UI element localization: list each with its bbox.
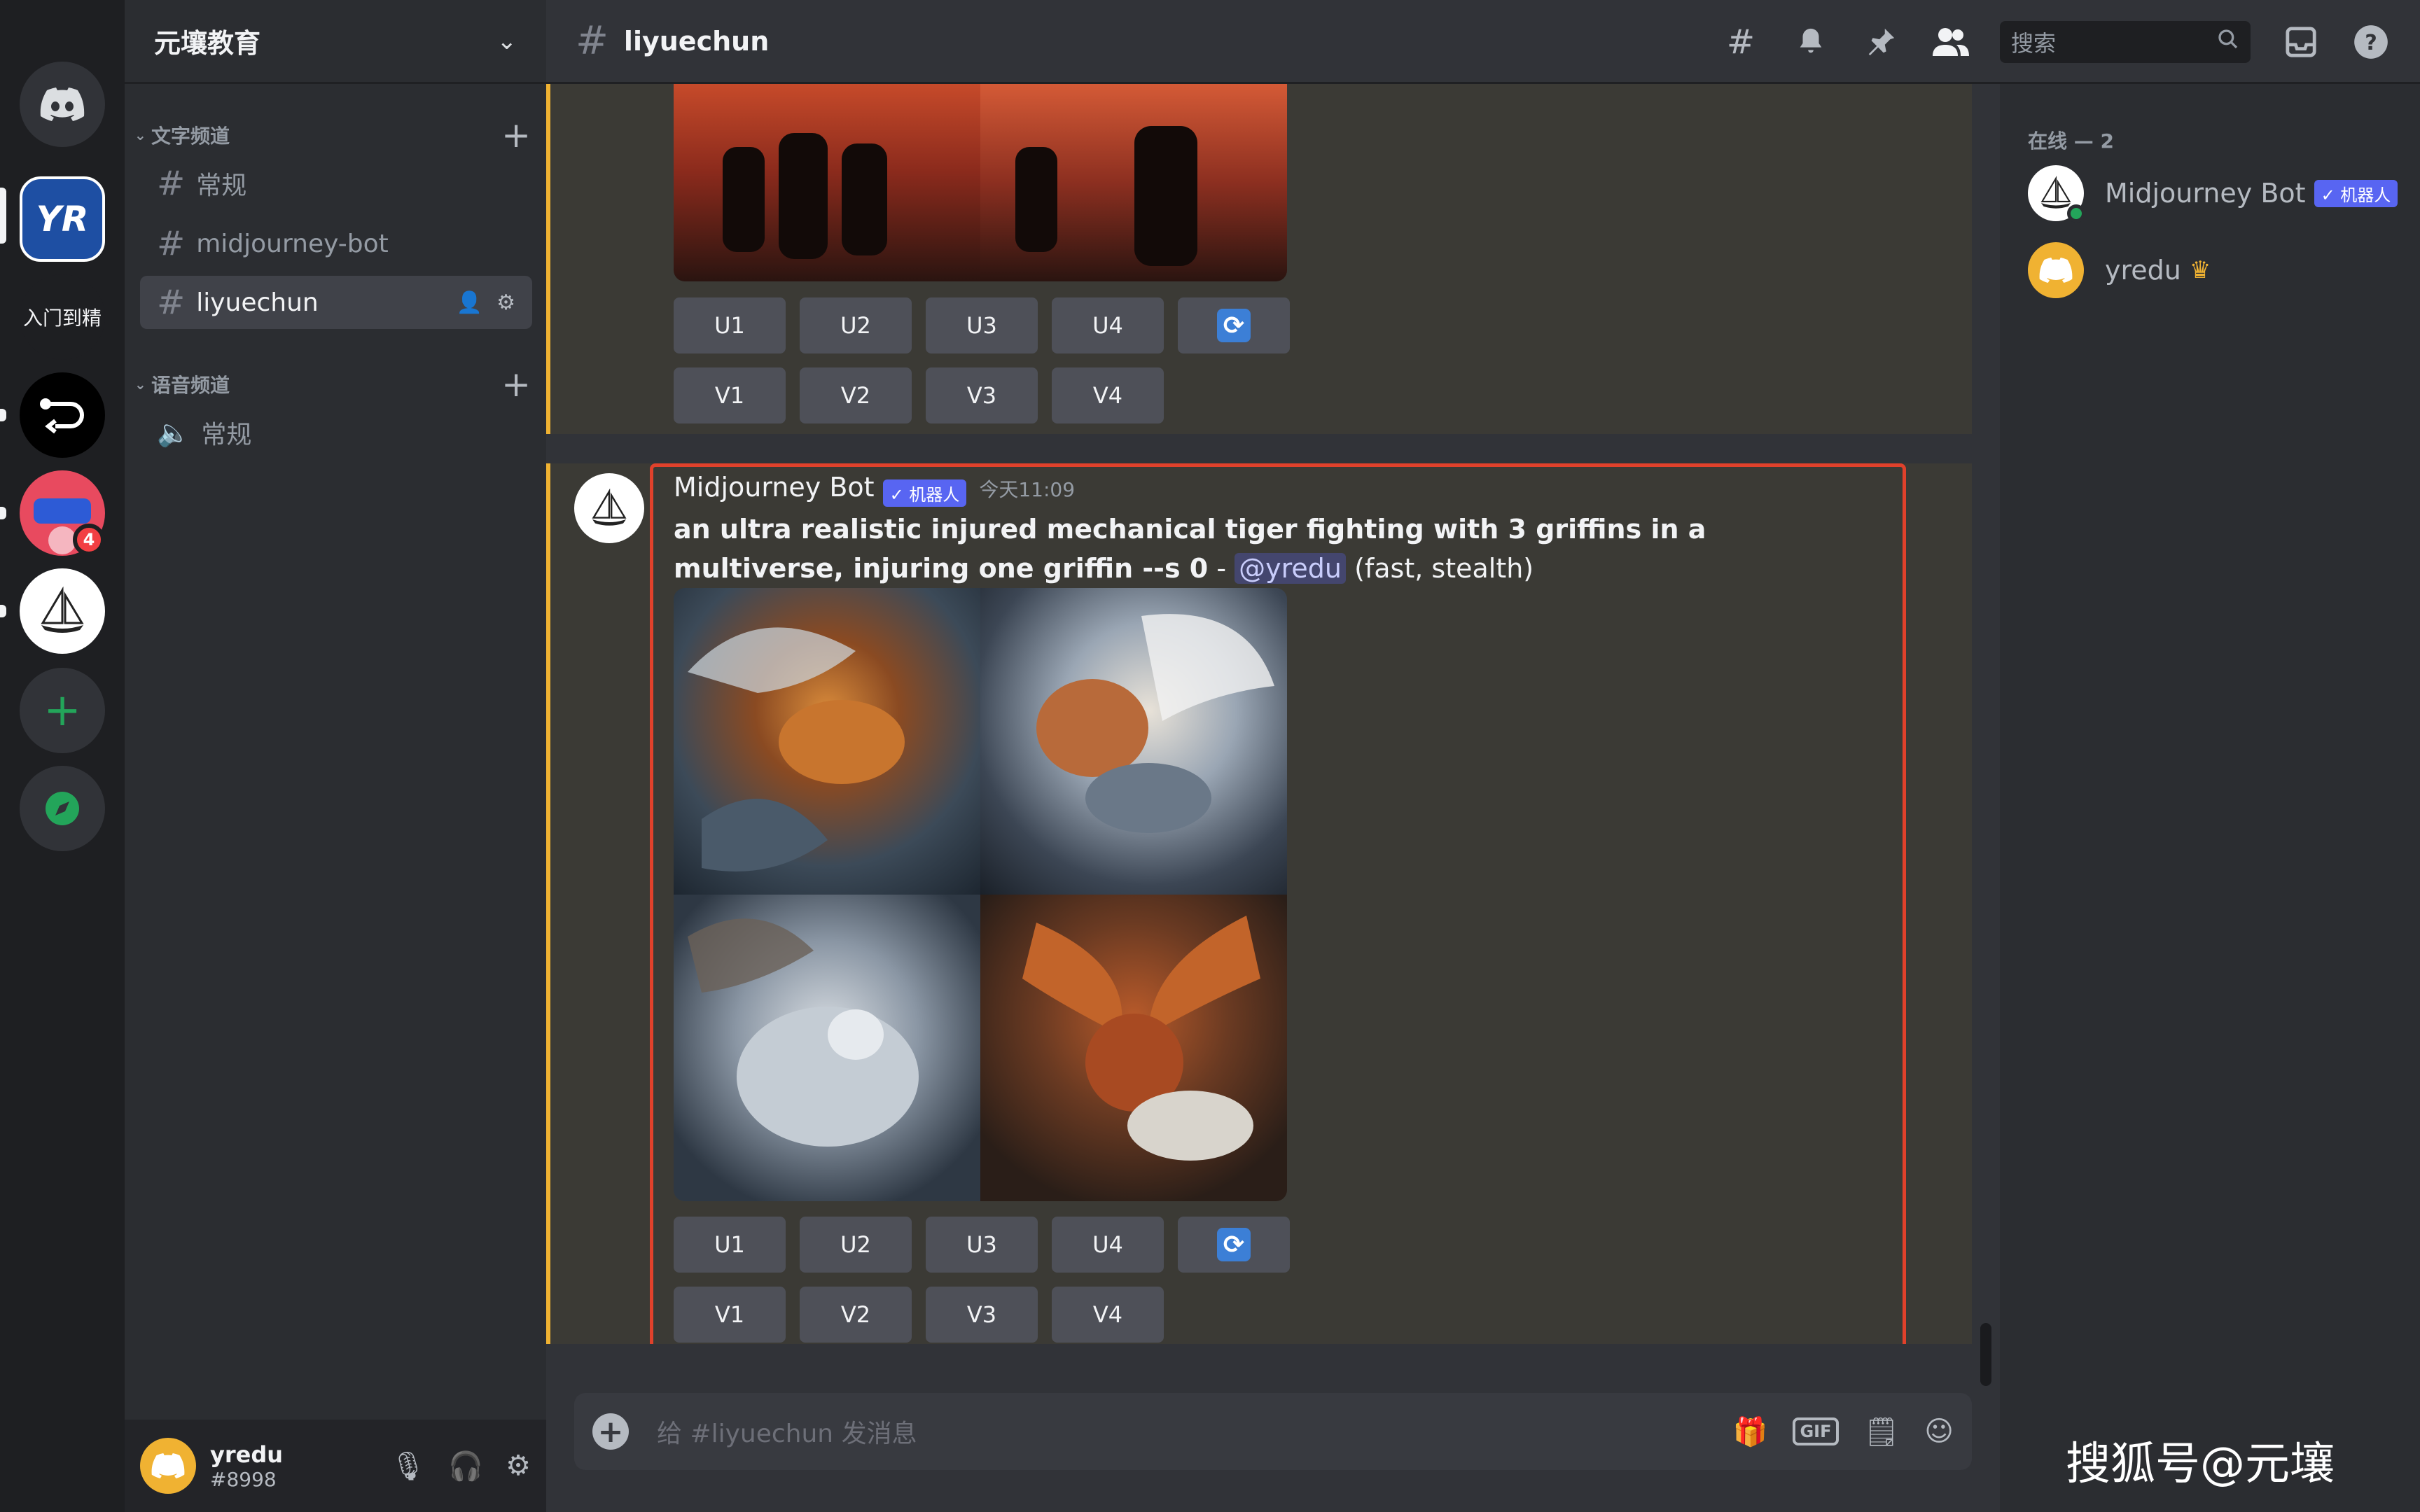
username: yredu [210, 1441, 284, 1468]
search-placeholder: 搜索 [2011, 30, 2057, 57]
member-midjourney-bot[interactable]: Midjourney Bot ✓ 机器人 [2028, 165, 2398, 223]
member-list-icon[interactable] [1930, 21, 1972, 63]
variation-1-button[interactable]: V1 [674, 368, 786, 424]
refresh-icon: ⟳ [1217, 309, 1251, 342]
channel-label: 常规 [196, 172, 247, 200]
channel-changgui[interactable]: # 常规 [140, 157, 532, 210]
upscale-2-button[interactable]: U2 [800, 298, 912, 354]
add-attachment-icon[interactable]: + [592, 1413, 629, 1450]
search-input[interactable]: 搜索 [2000, 21, 2251, 63]
channel-label: liyuechun [196, 288, 319, 317]
message-input[interactable]: + 给 #liyuechun 发消息 🎁 GIF 🗒 ☺ [574, 1393, 1972, 1470]
server-rail: YR 入门到精 4 + [0, 0, 125, 1512]
server-midjourney-icon[interactable] [20, 568, 105, 654]
gift-icon[interactable]: 🎁 [1733, 1415, 1768, 1448]
microphone-icon[interactable]: 🎙 [391, 1450, 426, 1483]
help-icon[interactable]: ? [2350, 21, 2392, 63]
gear-icon[interactable]: ⚙ [506, 1450, 531, 1483]
channel-label: midjourney-bot [196, 229, 389, 258]
gif-icon[interactable]: GIF [1793, 1418, 1839, 1446]
upscale-1-button[interactable]: U1 [674, 298, 786, 354]
voice-channel-changgui[interactable]: 🔈 常规 [140, 406, 532, 459]
upscale-4-button[interactable]: U4 [1052, 298, 1164, 354]
svg-text:?: ? [2365, 31, 2377, 55]
category-label: 文字频道 [151, 125, 230, 148]
invite-member-icon[interactable]: 👤 [457, 290, 482, 315]
avatar [2028, 165, 2085, 223]
avatar [2028, 242, 2084, 298]
channel-sidebar: 元壤教育 ⌄ ⌄ 文字频道 + # 常规 # midjourney-bot # … [125, 0, 546, 1512]
mention-badge: 4 [73, 524, 105, 556]
active-server-indicator [0, 188, 6, 244]
previous-image-grid[interactable] [674, 84, 1287, 281]
server-route-icon[interactable] [20, 372, 105, 458]
variation-3-button[interactable]: V3 [926, 368, 1038, 424]
sticker-icon[interactable]: 🗒 [1864, 1415, 1900, 1448]
upscale-3-button[interactable]: U3 [926, 298, 1038, 354]
message-placeholder: 给 #liyuechun 发消息 [657, 1420, 917, 1448]
server-yuanrang-icon[interactable]: YR [20, 176, 105, 262]
channel-liyuechun[interactable]: # liyuechun 👤 ⚙ [140, 276, 532, 329]
chevron-down-icon: ⌄ [496, 27, 517, 55]
pin-icon[interactable] [1860, 21, 1902, 63]
hash-icon: # [157, 283, 186, 322]
watermark: 搜狐号@元壤 [2066, 1438, 2335, 1490]
online-heading: 在线 — 2 [2028, 130, 2114, 153]
channel-midjourney-bot[interactable]: # midjourney-bot [140, 217, 532, 270]
chevron-down-icon: ⌄ [134, 376, 146, 393]
member-name: Midjourney Bot [2105, 178, 2306, 209]
channel-label: 常规 [201, 421, 252, 449]
channel-title: liyuechun [623, 25, 770, 57]
server-name: 元壤教育 [154, 28, 261, 59]
discord-home-icon[interactable] [20, 62, 105, 147]
variation-2-button[interactable]: V2 [800, 368, 912, 424]
avatar[interactable] [140, 1438, 196, 1494]
category-voice-channels[interactable]: ⌄ 语音频道 + [134, 367, 536, 402]
highlight-box [650, 463, 1906, 1344]
user-discriminator: #8998 [210, 1467, 277, 1491]
headphones-icon[interactable]: 🎧 [448, 1450, 483, 1483]
bot-badge: ✓ 机器人 [2314, 179, 2398, 207]
unread-indicator [0, 507, 6, 519]
message-list[interactable]: U1 U2 U3 U4 ⟳ V1 V2 V3 V4 Midjourney Bot… [546, 84, 1972, 1344]
image-tile[interactable] [674, 84, 980, 281]
user-panel: yredu #8998 🎙 🎧 ⚙ [125, 1420, 546, 1512]
server-rumen-icon[interactable]: 入门到精 [20, 274, 105, 360]
hash-icon: # [157, 224, 186, 263]
server-header[interactable]: 元壤教育 ⌄ [125, 0, 546, 84]
bell-icon[interactable] [1790, 21, 1832, 63]
reroll-button[interactable]: ⟳ [1178, 298, 1290, 354]
speaker-icon: 🔈 [157, 416, 190, 448]
member-list: 在线 — 2 Midjourney Bot ✓ 机器人 yredu ♛ [2000, 84, 2420, 1512]
unread-indicator [0, 409, 6, 421]
online-status-icon [2067, 204, 2085, 223]
variation-4-button[interactable]: V4 [1052, 368, 1164, 424]
member-yredu[interactable]: yredu ♛ [2028, 242, 2211, 298]
threads-icon[interactable]: # [1720, 21, 1762, 63]
image-tile[interactable] [980, 84, 1287, 281]
create-channel-icon[interactable]: + [501, 367, 531, 402]
crown-icon: ♛ [2189, 256, 2211, 284]
gear-icon[interactable]: ⚙ [496, 290, 515, 315]
member-name: yredu [2105, 255, 2181, 286]
chevron-down-icon: ⌄ [134, 127, 146, 144]
explore-compass-icon[interactable] [20, 766, 105, 851]
hash-icon: # [157, 164, 186, 203]
hash-icon: # [576, 18, 609, 64]
unread-indicator [0, 605, 6, 617]
avatar[interactable] [574, 473, 644, 543]
search-icon [2217, 28, 2239, 56]
create-channel-icon[interactable]: + [501, 118, 531, 153]
scrollbar[interactable] [1980, 1323, 1991, 1386]
add-server-icon[interactable]: + [20, 668, 105, 753]
emoji-icon[interactable]: ☺ [1924, 1415, 1954, 1448]
category-text-channels[interactable]: ⌄ 文字频道 + [134, 118, 536, 153]
inbox-icon[interactable] [2280, 21, 2322, 63]
category-label: 语音频道 [151, 374, 230, 397]
